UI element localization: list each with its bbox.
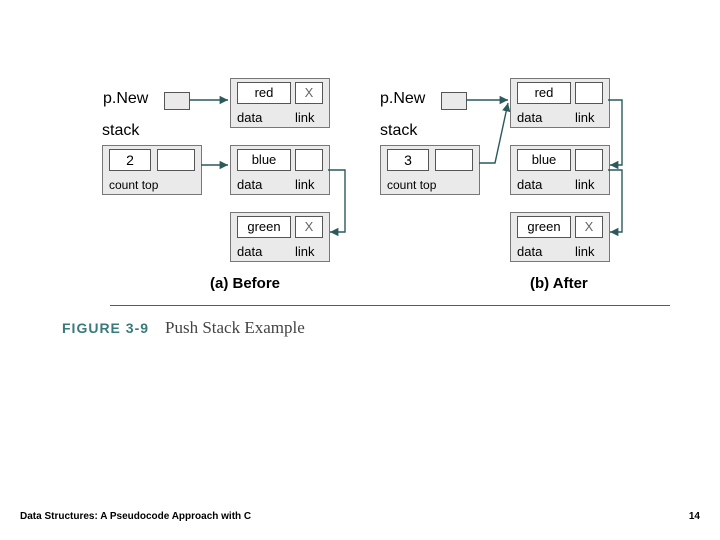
footer-text: Data Structures: A Pseudocode Approach w…	[20, 511, 251, 522]
figure-rule	[110, 305, 670, 306]
figure-title: Push Stack Example	[165, 318, 305, 338]
pointer-arrows	[0, 0, 720, 540]
page-number: 14	[689, 511, 700, 522]
figure-number: FIGURE 3-9	[62, 320, 149, 336]
